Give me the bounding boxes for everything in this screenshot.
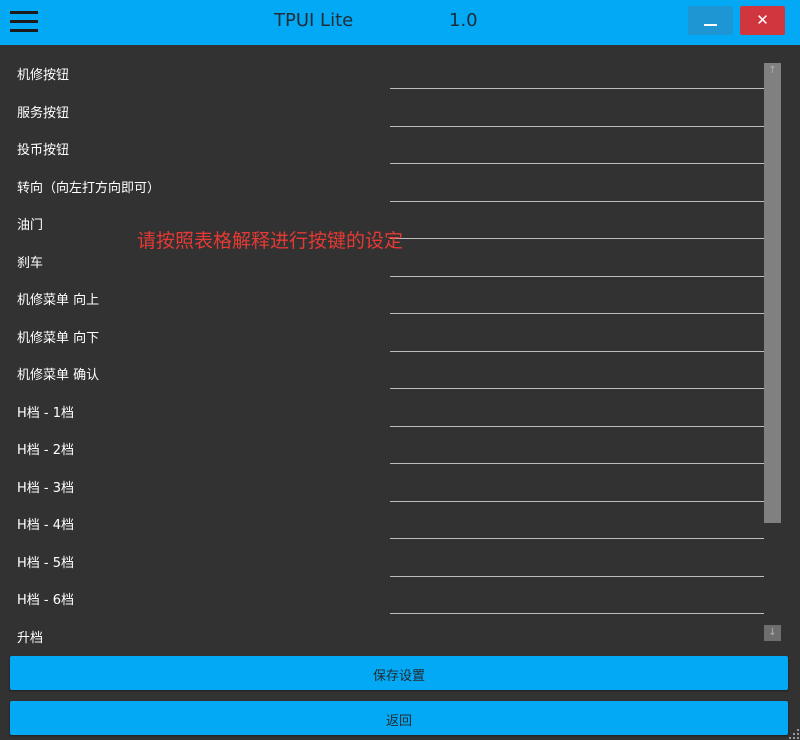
minimize-button[interactable] [688,6,733,35]
binding-row: 机修菜单 向下 [0,308,790,352]
title-bar: TPUI Lite 1.0 ✕ [0,0,800,45]
close-button[interactable]: ✕ [740,6,785,35]
app-version: 1.0 [449,10,478,31]
back-label: 返回 [385,714,412,729]
binding-row: 机修按钮 [0,45,790,89]
binding-label: 机修菜单 向下 [17,331,100,346]
binding-row: 转向（向左打方向即可） [0,158,790,202]
binding-label: 机修菜单 向上 [17,293,100,308]
binding-label: 升档 [17,631,44,645]
binding-label: H档 - 1档 [17,406,75,421]
binding-label: 刹车 [17,256,44,271]
key-binding-list: 机修按钮服务按钮投币按钮转向（向左打方向即可） 油门刹车机修菜单 向上 机修菜单 向… [0,45,790,645]
binding-input[interactable] [390,616,764,645]
binding-row: 机修菜单 向上 [0,270,790,314]
hamburger-menu-icon[interactable] [10,11,38,33]
scroll-up-arrow-icon[interactable]: ↑ [764,63,781,79]
scrollbar-thumb[interactable] [764,63,781,523]
scroll-down-arrow-icon[interactable]: ↓ [764,625,781,641]
binding-row: H档 - 5档 [0,533,790,577]
save-settings-label: 保存设置 [372,669,425,684]
app-window: TPUI Lite 1.0 ✕ 机修按钮服务按钮投币按钮转向（向左打方向即可） 油… [0,0,800,740]
back-button[interactable]: 返回 [10,701,788,735]
minimize-icon [704,24,717,26]
binding-label: 机修按钮 [17,68,70,83]
resize-grip-icon[interactable] [789,729,799,739]
binding-label: H档 - 5档 [17,556,75,571]
app-title: TPUI Lite [274,10,354,31]
binding-label: 机修菜单 确认 [17,368,100,383]
close-icon: ✕ [756,11,769,29]
binding-row: H档 - 4档 [0,495,790,539]
binding-row: H档 - 3档 [0,458,790,502]
binding-row: H档 - 1档 [0,383,790,427]
binding-label: H档 - 4档 [17,518,75,533]
binding-row: H档 - 6档 [0,570,790,614]
binding-row: 机修菜单 确认 [0,345,790,389]
save-settings-button[interactable]: 保存设置 [10,656,788,690]
binding-label: H档 - 6档 [17,593,75,608]
binding-label: 服务按钮 [17,106,70,121]
binding-label: H档 - 3档 [17,481,75,496]
binding-row: 投币按钮 [0,120,790,164]
binding-row: 升档 [0,608,790,645]
binding-label: 转向（向左打方向即可） [17,181,161,196]
binding-row: 服务按钮 [0,83,790,127]
binding-label: 投币按钮 [17,143,70,158]
instruction-hint: 请按照表格解释进行按键的设定 [137,230,404,252]
binding-label: 油门 [17,218,44,233]
binding-label: H档 - 2档 [17,443,75,458]
scrollbar[interactable]: ↑ ↓ [764,63,781,642]
binding-row: H档 - 2档 [0,420,790,464]
